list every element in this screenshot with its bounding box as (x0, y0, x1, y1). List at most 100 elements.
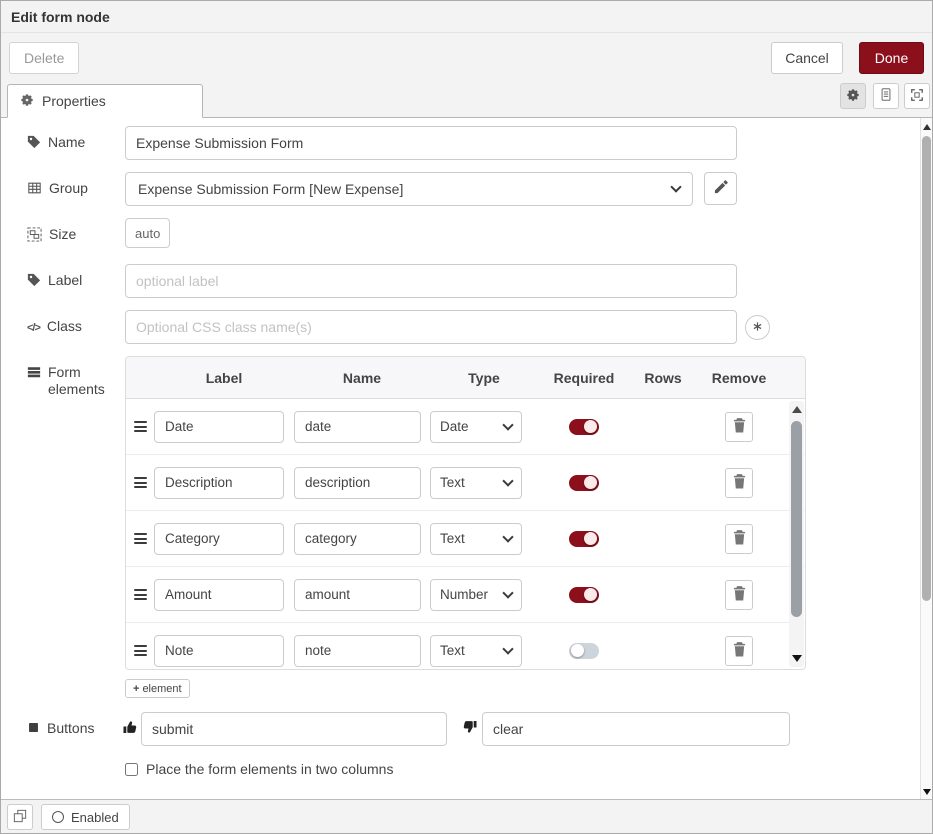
header-required: Required (538, 370, 630, 386)
two-columns-checkbox[interactable] (125, 763, 138, 776)
node-enabled-toggle[interactable]: Enabled (41, 804, 130, 830)
form-element-row: Text (126, 623, 805, 669)
element-label-input[interactable] (154, 579, 284, 611)
trash-icon (733, 642, 746, 660)
done-button[interactable]: Done (859, 42, 924, 74)
element-label-input[interactable] (154, 523, 284, 555)
name-input[interactable] (125, 126, 737, 160)
gear-icon (846, 88, 860, 105)
element-type-select[interactable]: Text (430, 467, 522, 499)
list-icon (27, 364, 41, 383)
element-name-input[interactable] (294, 467, 421, 499)
class-label-text: Class (47, 318, 82, 335)
show-node-help-button[interactable] (7, 804, 33, 830)
required-toggle[interactable] (569, 643, 599, 659)
chevron-down-icon (670, 181, 681, 192)
node-description-button[interactable] (873, 83, 899, 109)
edit-group-button[interactable] (704, 172, 737, 205)
layers-icon (13, 809, 27, 826)
drag-handle-icon[interactable] (132, 529, 149, 549)
form-elements-header: Label Name Type Required Rows Remove (126, 357, 805, 399)
element-label-input[interactable] (154, 635, 284, 667)
dialog-footer: Enabled (1, 799, 932, 833)
scroll-up-arrow[interactable] (923, 124, 931, 130)
header-label: Label (154, 370, 294, 386)
element-type-select[interactable]: Text (430, 523, 522, 555)
label-label: Label (27, 272, 82, 291)
node-appearance-button[interactable] (904, 83, 930, 109)
chevron-down-icon (502, 643, 513, 654)
required-toggle[interactable] (569, 587, 599, 603)
remove-element-button[interactable] (725, 412, 753, 442)
scrollbar-thumb[interactable] (922, 136, 931, 601)
delete-button[interactable]: Delete (9, 42, 79, 74)
plus-icon (133, 683, 139, 695)
drag-handle-icon[interactable] (132, 417, 149, 437)
dialog-title: Edit form node (11, 9, 110, 25)
drag-handle-icon[interactable] (132, 641, 149, 661)
gear-icon (20, 93, 34, 110)
required-toggle[interactable] (569, 531, 599, 547)
group-select-value: Expense Submission Form [New Expense] (138, 181, 403, 197)
tab-properties-label: Properties (42, 93, 106, 109)
cancel-button[interactable]: Cancel (771, 42, 843, 74)
name-label-text: Name (48, 134, 85, 151)
element-label-input[interactable] (154, 411, 284, 443)
form-elements-scrollbar[interactable] (789, 401, 804, 667)
element-type-value: Date (440, 419, 469, 434)
label-label-text: Label (48, 272, 82, 289)
chevron-down-icon (502, 419, 513, 430)
required-toggle[interactable] (569, 475, 599, 491)
code-icon (27, 318, 40, 337)
thumbs-down-icon (462, 719, 478, 738)
size-button[interactable]: auto (125, 218, 170, 248)
scrollbar-thumb[interactable] (791, 421, 802, 617)
enabled-label: Enabled (71, 810, 119, 825)
two-columns-label: Place the form elements in two columns (146, 761, 393, 777)
header-name: Name (294, 370, 430, 386)
asterisk-icon (752, 320, 763, 335)
class-input[interactable] (125, 310, 737, 344)
trash-icon (733, 418, 746, 436)
group-select[interactable]: Expense Submission Form [New Expense] (125, 172, 693, 206)
drag-handle-icon[interactable] (132, 585, 149, 605)
remove-element-button[interactable] (725, 580, 753, 610)
element-label-input[interactable] (154, 467, 284, 499)
tab-properties[interactable]: Properties (7, 84, 203, 118)
remove-element-button[interactable] (725, 524, 753, 554)
properties-panel: Name Group Expense Submission Form [New … (1, 118, 920, 799)
element-type-select[interactable]: Text (430, 635, 522, 667)
square-icon (27, 720, 40, 738)
scroll-down-arrow[interactable] (923, 789, 931, 795)
enabled-circle-icon (52, 811, 64, 823)
node-settings-button[interactable] (840, 83, 866, 109)
add-element-button[interactable]: element (125, 679, 190, 698)
required-toggle[interactable] (569, 419, 599, 435)
element-type-select[interactable]: Date (430, 411, 522, 443)
submit-button-label-input[interactable] (141, 712, 447, 746)
scroll-up-arrow[interactable] (792, 406, 802, 413)
two-columns-option[interactable]: Place the form elements in two columns (125, 761, 393, 777)
element-name-input[interactable] (294, 523, 421, 555)
element-name-input[interactable] (294, 635, 421, 667)
dialog-titlebar: Edit form node (1, 1, 932, 33)
label-input[interactable] (125, 264, 737, 298)
class-helper-button[interactable] (745, 315, 770, 340)
drag-handle-icon[interactable] (132, 473, 149, 493)
pencil-icon (713, 180, 728, 198)
table-icon (27, 180, 42, 199)
remove-element-button[interactable] (725, 636, 753, 666)
form-elements-label: Form elements (27, 364, 91, 398)
remove-element-button[interactable] (725, 468, 753, 498)
clear-button-label-input[interactable] (482, 712, 790, 746)
scroll-down-arrow[interactable] (792, 655, 802, 662)
header-type: Type (430, 370, 538, 386)
element-name-input[interactable] (294, 411, 421, 443)
document-icon (879, 87, 893, 105)
element-name-input[interactable] (294, 579, 421, 611)
size-label-text: Size (49, 226, 76, 243)
element-type-select[interactable]: Number (430, 579, 522, 611)
panel-scrollbar[interactable] (920, 118, 932, 801)
element-type-value: Number (440, 587, 488, 602)
form-element-row: Text (126, 511, 805, 567)
